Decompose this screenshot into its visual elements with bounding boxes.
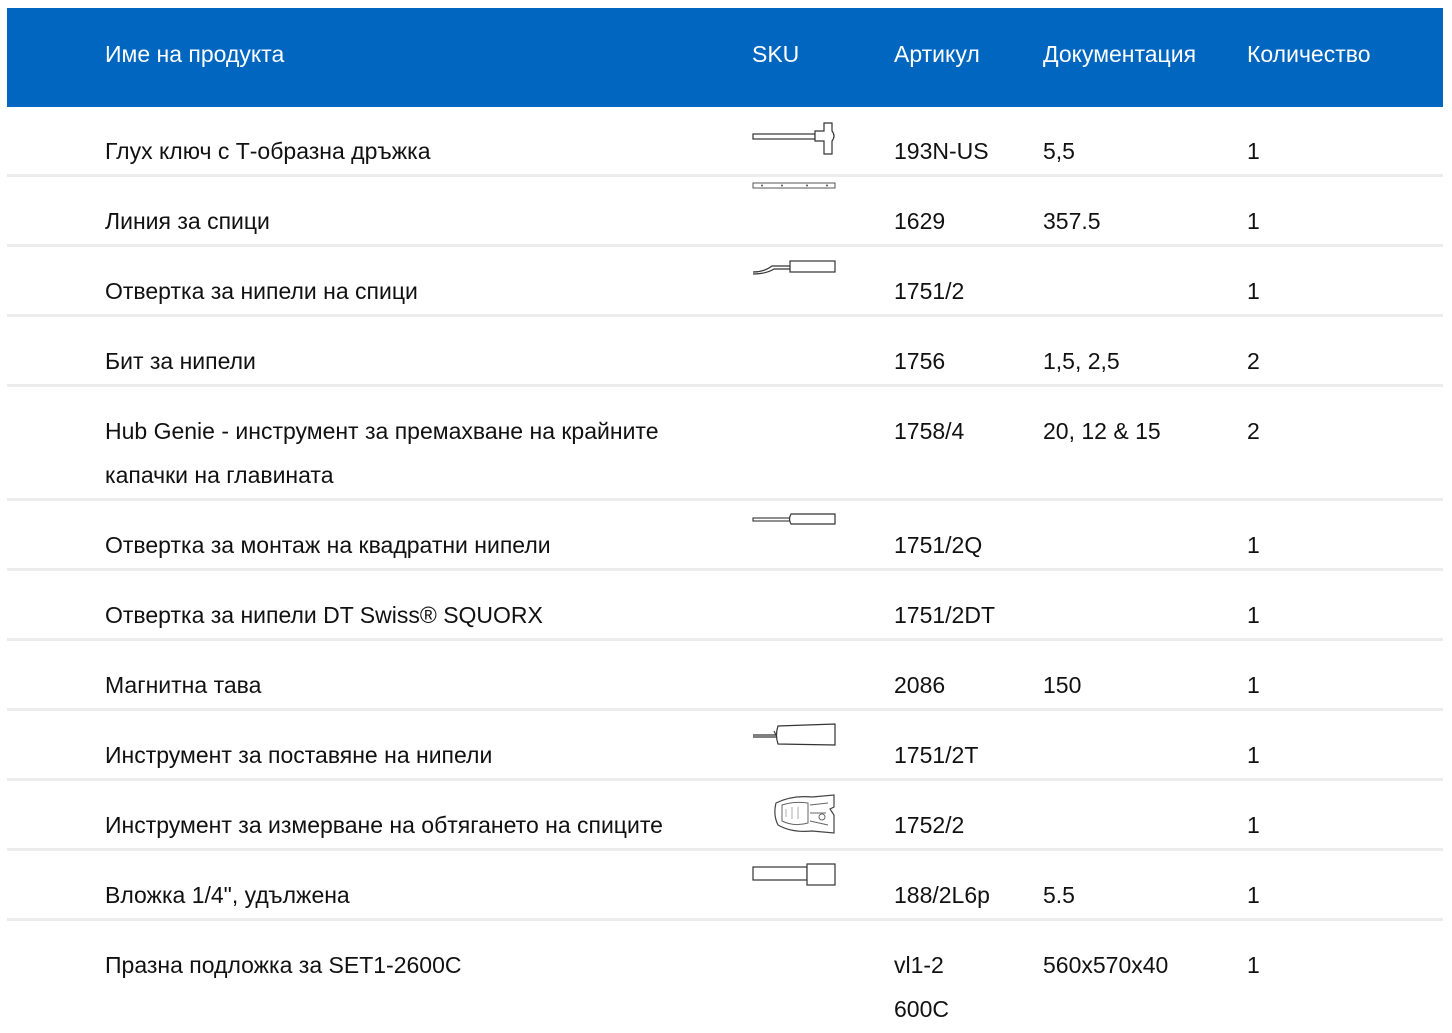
quantity-value: 2 bbox=[1247, 418, 1260, 444]
quantity-value: 1 bbox=[1247, 672, 1260, 698]
product-name: Глух ключ с Т-образна дръжка bbox=[105, 138, 431, 164]
article-number: 1629 bbox=[894, 208, 946, 234]
documentation-value: 357.5 bbox=[1043, 208, 1101, 234]
spoke-ruler-icon bbox=[752, 180, 838, 220]
article-number: 1758/4 bbox=[894, 418, 965, 444]
table-row: Празна подложка за SET1-2600C vl1-2600C … bbox=[7, 921, 1443, 1032]
table-row: Магнитна тава 2086 150 1 bbox=[7, 641, 1443, 711]
quantity-value: 1 bbox=[1247, 602, 1260, 628]
quantity-value: 1 bbox=[1247, 952, 1260, 978]
product-table: Име на продукта SKU Артикул Документация… bbox=[7, 8, 1443, 1032]
product-name: Отвертка за нипели на спици bbox=[105, 278, 418, 304]
documentation-value: 5.5 bbox=[1043, 882, 1075, 908]
header-quantity: Количество bbox=[1247, 41, 1371, 67]
tension-meter-icon bbox=[772, 793, 838, 837]
product-name: Линия за спици bbox=[105, 208, 270, 234]
article-number: 1751/2 bbox=[894, 278, 965, 304]
product-name: Инструмент за измерване на обтягането на… bbox=[105, 812, 663, 838]
article-number: 1756 bbox=[894, 348, 946, 374]
quantity-value: 1 bbox=[1247, 208, 1260, 234]
table-row: Отвертка за монтаж на квадратни нипели 1… bbox=[7, 501, 1443, 571]
article-number: vl1-2600C bbox=[894, 952, 949, 1022]
table-row: Hub Genie - инструмент за премахване на … bbox=[7, 387, 1443, 501]
header-article: Артикул bbox=[894, 41, 980, 67]
article-number: 1751/2DT bbox=[894, 602, 996, 628]
table-header: Име на продукта SKU Артикул Документация… bbox=[7, 8, 1443, 107]
nipple-screwdriver-icon bbox=[752, 257, 838, 297]
table-row: Глух ключ с Т-образна дръжка 193N-US 5,5… bbox=[7, 107, 1443, 177]
header-documentation: Документация bbox=[1043, 41, 1197, 67]
quantity-value: 1 bbox=[1247, 812, 1260, 838]
documentation-value: 20, 12 & 15 bbox=[1043, 418, 1161, 444]
table-row: Вложка 1/4", удължена 188/2L6p 5.5 1 bbox=[7, 851, 1443, 921]
header-sku: SKU bbox=[752, 41, 800, 67]
quantity-value: 1 bbox=[1247, 882, 1260, 908]
quantity-value: 2 bbox=[1247, 348, 1260, 374]
quantity-value: 1 bbox=[1247, 138, 1260, 164]
article-number: 1751/2Q bbox=[894, 532, 983, 558]
table-row: Инструмент за измерване на обтягането на… bbox=[7, 781, 1443, 851]
product-name: Инструмент за поставяне на нипели bbox=[105, 742, 493, 768]
article-number: 2086 bbox=[894, 672, 946, 698]
product-name: Отвертка за нипели DT Swiss® SQUORX bbox=[105, 602, 543, 628]
socket-bit-icon bbox=[752, 863, 838, 903]
quantity-value: 1 bbox=[1247, 532, 1260, 558]
square-nipple-driver-icon bbox=[752, 511, 838, 551]
product-name: Магнитна тава bbox=[105, 672, 262, 698]
table-row: Отвертка за нипели на спици 1751/2 1 bbox=[7, 247, 1443, 317]
article-number: 188/2L6p bbox=[894, 882, 990, 908]
article-number: 193N-US bbox=[894, 138, 989, 164]
product-name: Бит за нипели bbox=[105, 348, 256, 374]
table-row: Отвертка за нипели DT Swiss® SQUORX 1751… bbox=[7, 571, 1443, 641]
quantity-value: 1 bbox=[1247, 742, 1260, 768]
product-name: Празна подложка за SET1-2600C bbox=[105, 952, 462, 978]
nipple-insertion-tool-icon bbox=[752, 721, 838, 761]
article-number: 1752/2 bbox=[894, 812, 965, 838]
t-handle-wrench-icon bbox=[752, 119, 838, 159]
documentation-value: 560x570x40 bbox=[1043, 952, 1169, 978]
product-name: Отвертка за монтаж на квадратни нипели bbox=[105, 532, 551, 558]
table-row: Бит за нипели 1756 1,5, 2,5 2 bbox=[7, 317, 1443, 387]
header-product-name: Име на продукта bbox=[105, 41, 285, 67]
documentation-value: 1,5, 2,5 bbox=[1043, 348, 1120, 374]
table-row: Инструмент за поставяне на нипели 1751/2… bbox=[7, 711, 1443, 781]
product-name: Вложка 1/4", удължена bbox=[105, 882, 350, 908]
table-row: Линия за спици 1629 357.5 1 bbox=[7, 177, 1443, 247]
documentation-value: 5,5 bbox=[1043, 138, 1075, 164]
quantity-value: 1 bbox=[1247, 278, 1260, 304]
article-number: 1751/2T bbox=[894, 742, 979, 768]
documentation-value: 150 bbox=[1043, 672, 1082, 698]
product-name: Hub Genie - инструмент за премахване на … bbox=[105, 418, 659, 488]
